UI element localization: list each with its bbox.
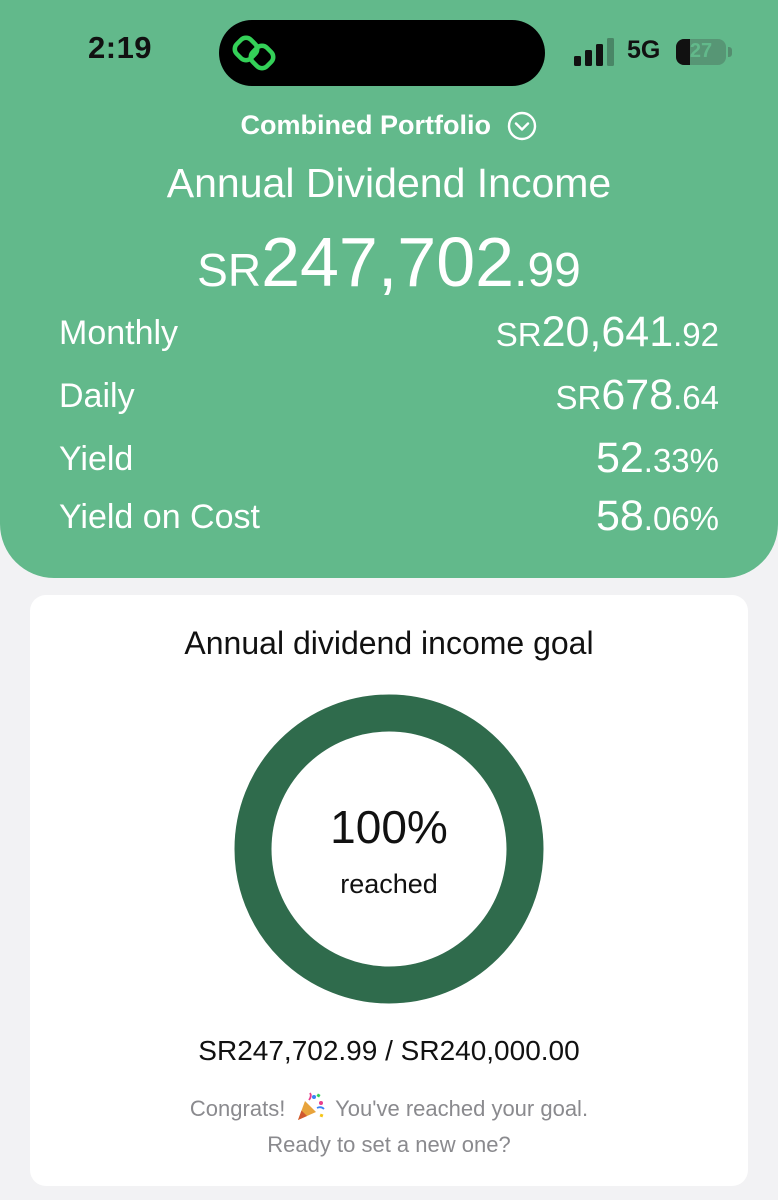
stat-value: 58.06%	[596, 492, 719, 541]
stat-decimal: .92	[673, 316, 719, 353]
stat-label: Monthly	[59, 314, 179, 352]
stat-decimal: .06	[643, 500, 690, 537]
annual-income-amount: SR247,702.99	[0, 222, 778, 302]
annual-integer: 247,702	[261, 223, 515, 301]
page-title: Annual Dividend Income	[166, 160, 612, 206]
cellular-signal-icon	[574, 38, 614, 66]
stat-row-yield: Yield 52.33%	[59, 434, 719, 492]
stat-integer: 52	[595, 434, 644, 482]
income-goal-card[interactable]: Annual dividend income goal 100% reached…	[30, 595, 748, 1186]
portfolio-selector[interactable]: Combined Portfolio	[0, 110, 778, 141]
stat-value: SR20,641.92	[496, 308, 719, 357]
goal-amounts: SR247,702.99 / SR240,000.00	[198, 1035, 580, 1066]
stat-suffix: %	[689, 500, 719, 537]
annual-decimal: .99	[514, 244, 581, 297]
annual-currency: SR	[197, 244, 262, 296]
stat-label: Yield on Cost	[59, 498, 260, 536]
stat-decimal: .33	[643, 442, 690, 479]
stat-value: 52.33%	[596, 434, 719, 483]
stat-currency: SR	[555, 379, 602, 416]
goal-message-line1: Congrats! You've reached your goal.	[30, 1091, 748, 1127]
battery-level: 27	[689, 40, 713, 62]
screen: 2:19 5G 27 Combined Portfolio Annual Div…	[0, 0, 778, 1200]
goal-message-congrats: Congrats!	[189, 1096, 286, 1121]
status-time: 2:19	[88, 30, 153, 65]
party-popper-icon	[298, 1092, 326, 1120]
stat-currency: SR	[495, 316, 542, 353]
stat-integer: 678	[601, 371, 674, 419]
stat-label: Daily	[59, 377, 135, 415]
stat-value: SR678.64	[556, 371, 719, 420]
stat-integer: 58	[595, 492, 644, 540]
network-type: 5G	[627, 36, 661, 64]
stat-row-daily: Daily SR678.64	[59, 371, 719, 434]
goal-message-line2: Ready to set a new one?	[267, 1132, 511, 1157]
portfolio-name: Combined Portfolio	[240, 110, 492, 140]
stat-row-yield-on-cost: Yield on Cost 58.06%	[59, 492, 719, 555]
battery-cap	[728, 47, 732, 57]
goal-message: Congrats! You've reached your goal. Read…	[30, 1091, 748, 1163]
income-stats: Monthly SR20,641.92 Daily SR678.64 Yield…	[59, 308, 719, 555]
goal-percent: 100%	[330, 801, 448, 853]
stat-decimal: .64	[673, 379, 719, 416]
goal-reached-label: reached	[340, 869, 438, 899]
stat-suffix: %	[689, 442, 719, 479]
goal-title: Annual dividend income goal	[184, 625, 594, 661]
dividend-summary-header: 2:19 5G 27 Combined Portfolio Annual Div…	[0, 0, 778, 578]
battery-icon: 27	[676, 39, 726, 65]
goal-message-reached: You've reached your goal.	[335, 1096, 589, 1121]
stat-integer: 20,641	[541, 308, 674, 356]
chevron-down-circle-icon[interactable]	[507, 111, 537, 141]
link-rings-icon	[232, 35, 276, 71]
stat-row-monthly: Monthly SR20,641.92	[59, 308, 719, 371]
stat-label: Yield	[59, 440, 134, 478]
